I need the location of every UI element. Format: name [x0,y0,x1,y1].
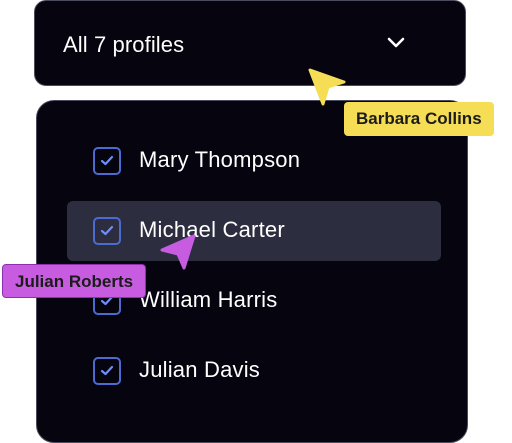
menu-item-label: Mary Thompson [139,147,301,172]
pointer-cursor-icon [308,68,346,106]
checkbox[interactable] [93,357,121,385]
pointer-cursor-icon [160,234,196,270]
menu-item-michael-carter[interactable]: Michael Carter [67,201,441,261]
select-label: All 7 profiles [63,32,185,57]
collaborator-tag: Barbara Collins [344,102,494,136]
checkbox[interactable] [93,217,121,245]
menu-item-mary-thompson[interactable]: Mary Thompson [67,131,441,191]
check-icon [100,225,114,236]
profiles-select[interactable]: All 7 profiles [34,0,466,86]
check-icon [100,365,114,376]
menu-item-label: Julian Davis [139,357,261,382]
multi-select-dropdown-demo: All 7 profiles Mary Thompson Michael Car… [0,0,512,443]
chevron-down-icon[interactable] [387,37,405,49]
menu-item-label: William Harris [139,287,278,312]
collaborator-tag: Julian Roberts [2,264,147,298]
check-icon [100,155,114,166]
checkbox[interactable] [93,147,121,175]
menu-item-julian-davis[interactable]: Julian Davis [67,341,441,401]
